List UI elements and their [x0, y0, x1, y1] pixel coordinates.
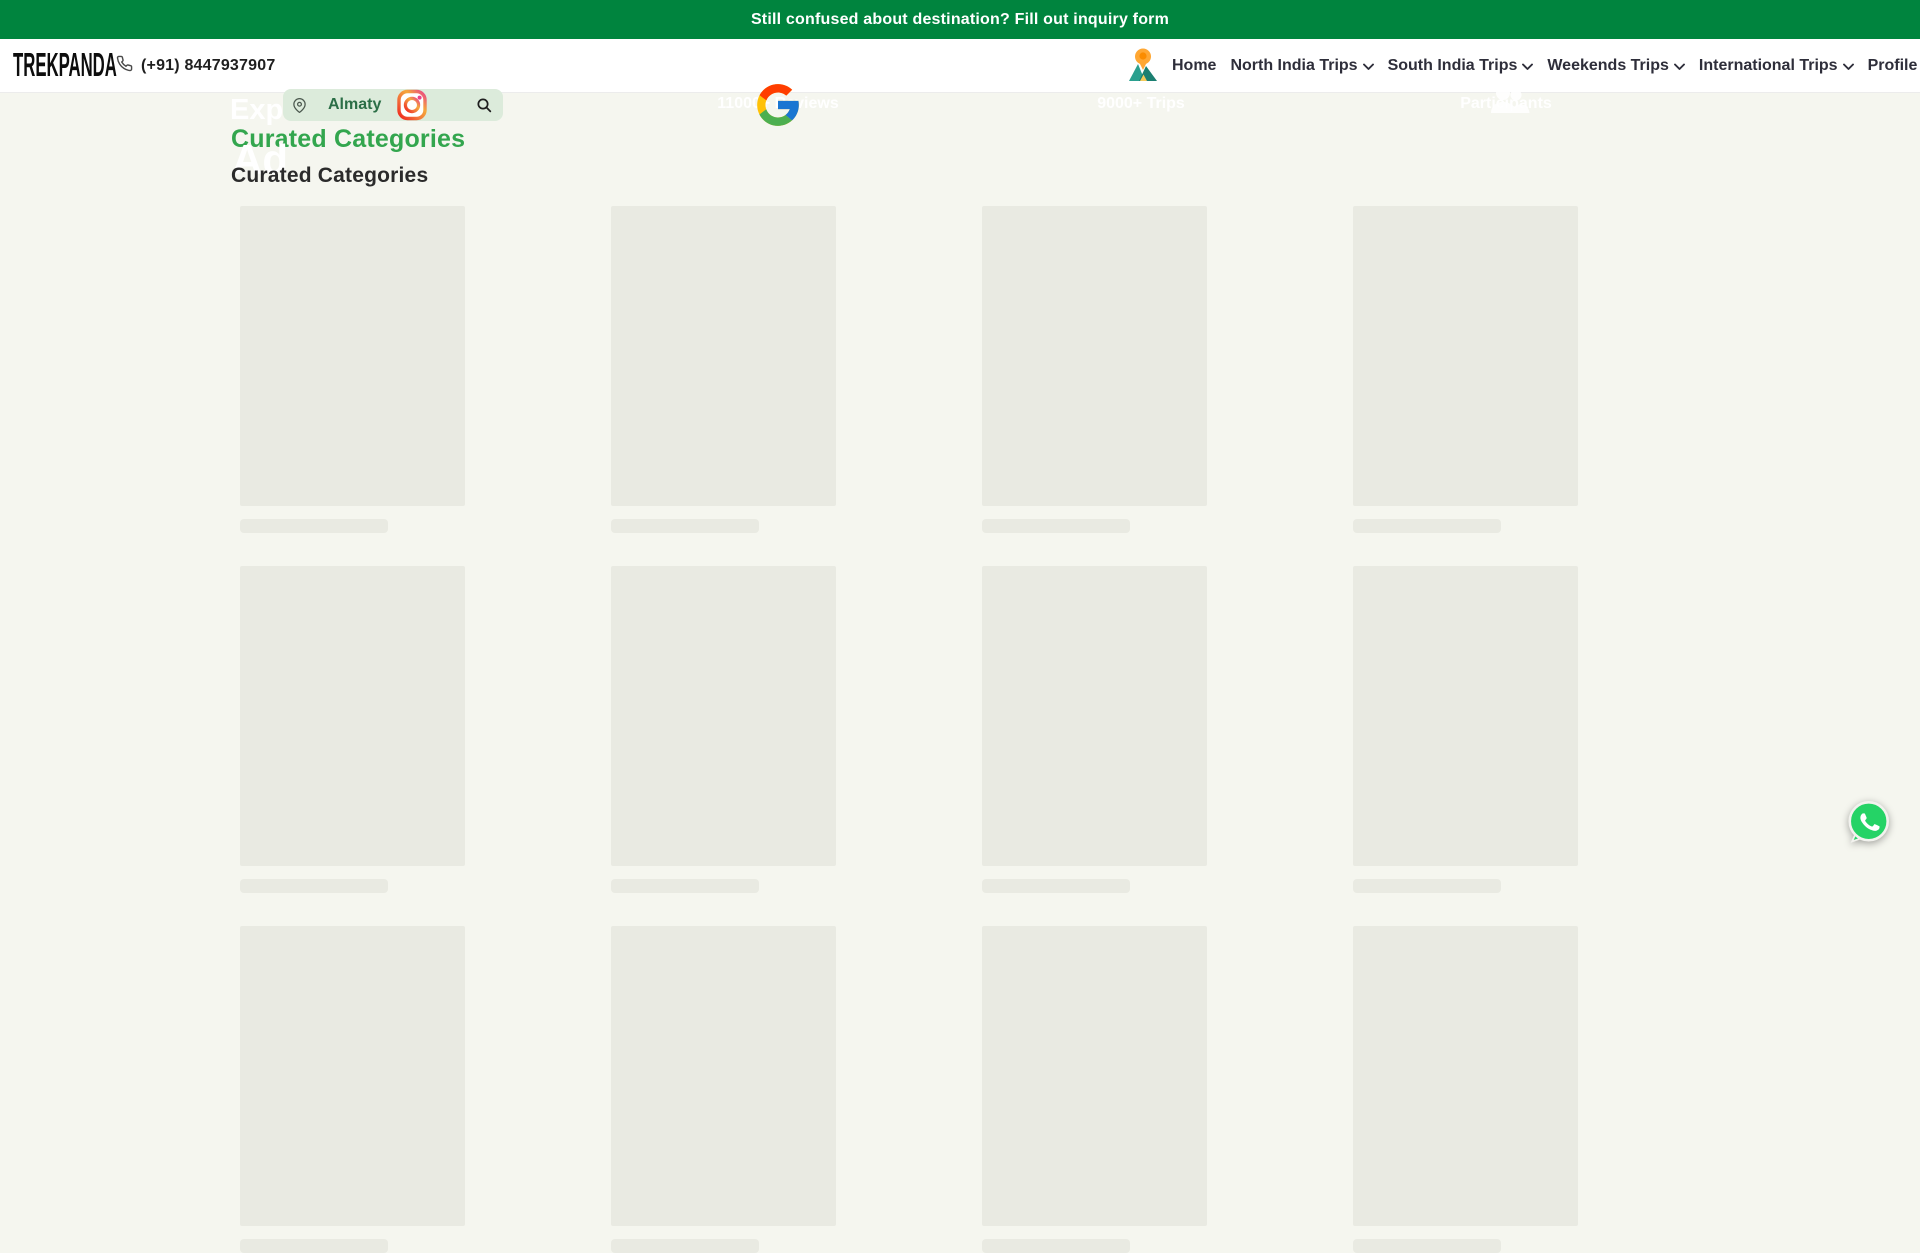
skeleton-text-bar [611, 879, 759, 893]
skeleton-text-bar [1353, 519, 1501, 533]
skeleton-text-bar [240, 1239, 388, 1253]
curated-categories-heading: Curated Categories [231, 164, 428, 188]
skeleton-image [982, 206, 1207, 506]
skeleton-card [1353, 566, 1578, 893]
skeleton-image [1353, 926, 1578, 1226]
nav-north-india-trips[interactable]: North India Trips [1230, 57, 1373, 75]
skeleton-text-bar [611, 519, 759, 533]
location-pin-icon [292, 98, 307, 113]
skeleton-text-bar [982, 1239, 1130, 1253]
chevron-down-icon [1843, 63, 1854, 71]
skeleton-text-bar [240, 519, 388, 533]
nav-weekends-trips[interactable]: Weekends Trips [1547, 57, 1685, 75]
skeleton-image [611, 566, 836, 866]
nav-profile[interactable]: Profile [1868, 57, 1918, 75]
skeleton-image [611, 926, 836, 1226]
skeleton-text-bar [240, 879, 388, 893]
skeleton-text-bar [611, 1239, 759, 1253]
skeleton-image [240, 206, 465, 506]
nav-south-india-trips[interactable]: South India Trips [1388, 57, 1534, 75]
chevron-down-icon [1363, 63, 1374, 71]
skeleton-image [1353, 566, 1578, 866]
skeleton-text-bar [1353, 1239, 1501, 1253]
trek-map-icon [1127, 46, 1159, 83]
instagram-icon[interactable] [395, 88, 429, 122]
skeleton-card [611, 566, 836, 893]
skeleton-card [611, 926, 836, 1253]
announcement-banner[interactable]: Still confused about destination? Fill o… [0, 0, 1920, 39]
skeleton-card [1353, 926, 1578, 1253]
chevron-down-icon [1522, 63, 1533, 71]
chevron-down-icon [1674, 63, 1685, 71]
skeleton-text-bar [982, 519, 1130, 533]
phone-icon [116, 55, 133, 77]
skeleton-image [1353, 206, 1578, 506]
skeleton-image [982, 926, 1207, 1226]
skeleton-text-bar [982, 879, 1130, 893]
skeleton-card [982, 206, 1207, 533]
google-logo [753, 80, 803, 130]
skeleton-card [240, 206, 465, 533]
skeleton-image [982, 566, 1207, 866]
skeleton-image [240, 566, 465, 866]
skeleton-card [982, 926, 1207, 1253]
participants-stat-ghost-icon [1483, 83, 1535, 117]
skeleton-card [611, 206, 836, 533]
skeleton-card-grid [240, 206, 1578, 1253]
phone-contact[interactable]: (+91) 8447937907 [116, 39, 275, 92]
search-icon[interactable] [476, 97, 492, 113]
whatsapp-button[interactable] [1845, 799, 1891, 845]
nav-home[interactable]: Home [1172, 57, 1216, 75]
skeleton-card [1353, 206, 1578, 533]
location-value[interactable]: Almaty [328, 96, 381, 114]
brand-logo[interactable]: TREKPANDA [13, 33, 117, 98]
skeleton-image [611, 206, 836, 506]
skeleton-image [240, 926, 465, 1226]
header: TREKPANDA (+91) 8447937907 Almaty [0, 39, 1920, 93]
skeleton-card [982, 566, 1207, 893]
stat-trips: 9000+ Trips [1097, 95, 1185, 113]
skeleton-text-bar [1353, 879, 1501, 893]
skeleton-card [240, 926, 465, 1253]
announcement-text: Still confused about destination? Fill o… [751, 11, 1169, 29]
nav-international-trips[interactable]: International Trips [1699, 57, 1854, 75]
skeleton-card [240, 566, 465, 893]
phone-number: (+91) 8447937907 [141, 57, 275, 75]
location-search-bar[interactable]: Almaty [283, 89, 503, 121]
